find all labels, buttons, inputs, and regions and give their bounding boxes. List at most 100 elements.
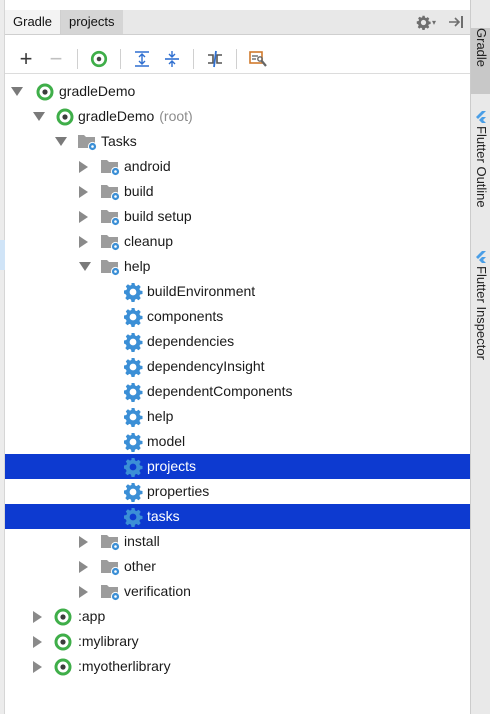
tree-node-task-buildenvironment[interactable]: buildEnvironment [5, 279, 470, 304]
tree-node-text: model [147, 433, 186, 449]
tree-node-task-dependencyinsight[interactable]: dependencyInsight [5, 354, 470, 379]
tree-node-text: Tasks [101, 133, 137, 149]
tree-node-label: other [124, 554, 156, 579]
task-folder-icon [100, 582, 121, 602]
tree-node-text: dependencyInsight [147, 358, 265, 374]
tree-node-label: install [124, 529, 160, 554]
expanded-arrow-icon[interactable] [55, 137, 67, 146]
task-gear-icon [123, 332, 143, 352]
tree-node-task-tasks[interactable]: tasks [5, 504, 470, 529]
collapsed-arrow-icon[interactable] [79, 586, 88, 598]
tree-node-text: dependencies [147, 333, 235, 349]
collapsed-arrow-icon[interactable] [79, 561, 88, 573]
flutter-inspector-icon [475, 250, 487, 266]
tree-node-task-components[interactable]: components [5, 304, 470, 329]
tree-node-task-properties[interactable]: properties [5, 479, 470, 504]
gradle-icon [53, 632, 73, 652]
tree-node-root-gradledemo[interactable]: gradleDemo [5, 79, 470, 104]
tree-node-task-model[interactable]: model [5, 429, 470, 454]
tree-node-text: properties [147, 483, 210, 499]
collapsed-arrow-icon[interactable] [79, 236, 88, 248]
tree-node-tasks[interactable]: Tasks [5, 129, 470, 154]
toggle-offline-icon[interactable] [202, 46, 228, 72]
tree-node-text: cleanup [124, 233, 174, 249]
tree-node-task-dependentcomponents[interactable]: dependentComponents [5, 379, 470, 404]
tree-node-label: help [147, 404, 173, 429]
expanded-arrow-icon[interactable] [11, 87, 23, 96]
gradle-tree: gradleDemo gradleDemo (root) Tasks android bu… [5, 79, 470, 679]
remove-button[interactable]: − [43, 46, 69, 72]
header-actions: ▾ [416, 10, 464, 34]
tree-node-group-verification[interactable]: verification [5, 579, 470, 604]
toolbar-divider [120, 48, 121, 69]
tree-node-text: :mylibrary [78, 633, 139, 649]
tree-node-label: build [124, 179, 154, 204]
collapsed-arrow-icon[interactable] [33, 636, 42, 648]
tree-node-task-dependencies[interactable]: dependencies [5, 329, 470, 354]
refresh-icon[interactable] [86, 46, 112, 72]
gradle-icon [53, 657, 73, 677]
tool-window-header: Gradle projects ▾ [5, 10, 470, 35]
tree-node-group-build[interactable]: build [5, 179, 470, 204]
side-tab-gradle-label: Gradle [474, 28, 489, 68]
collapsed-arrow-icon[interactable] [79, 161, 88, 173]
gear-icon[interactable]: ▾ [416, 15, 436, 30]
tree-node-label: :mylibrary [78, 629, 139, 654]
collapse-all-icon[interactable] [159, 46, 185, 72]
task-gear-icon [123, 307, 143, 327]
task-folder-icon [100, 257, 121, 277]
tree-node-label: :myotherlibrary [78, 654, 171, 679]
right-tool-strip: Gradle Flutter Outline Flutter Inspector [470, 0, 490, 714]
tree-node-group-install[interactable]: install [5, 529, 470, 554]
tree-node-group-build-setup[interactable]: build setup [5, 204, 470, 229]
tree-node-label: cleanup [124, 229, 173, 254]
tree-node-group-help[interactable]: help [5, 254, 470, 279]
tree-node-text: install [124, 533, 160, 549]
side-tab-flutter-inspector-label: Flutter Inspector [474, 266, 489, 360]
collapsed-arrow-icon[interactable] [33, 661, 42, 673]
task-gear-icon [123, 382, 143, 402]
tree-node-label: buildEnvironment [147, 279, 255, 304]
tree-node-project-gradledemo[interactable]: gradleDemo (root) [5, 104, 470, 129]
tree-node-text: build setup [124, 208, 192, 224]
tree-node-task-projects[interactable]: projects [5, 454, 470, 479]
collapsed-arrow-icon[interactable] [79, 536, 88, 548]
tree-node-text: :app [78, 608, 106, 624]
tree-node-label: help [124, 254, 150, 279]
tree-node-module-app[interactable]: :app [5, 604, 470, 629]
collapsed-arrow-icon[interactable] [79, 186, 88, 198]
side-tab-gradle[interactable]: Gradle [471, 28, 490, 94]
tree-node-group-cleanup[interactable]: cleanup [5, 229, 470, 254]
task-gear-icon [123, 507, 143, 527]
side-tab-flutter-outline-label: Flutter Outline [474, 126, 489, 208]
tree-node-group-other[interactable]: other [5, 554, 470, 579]
tab-projects[interactable]: projects [61, 10, 123, 34]
task-folder-icon [100, 557, 121, 577]
tab-gradle[interactable]: Gradle [5, 10, 62, 34]
tree-node-text: components [147, 308, 224, 324]
side-tab-flutter-inspector[interactable]: Flutter Inspector [471, 250, 490, 390]
tree-node-module-mylibrary[interactable]: :mylibrary [5, 629, 470, 654]
tree-node-group-android[interactable]: android [5, 154, 470, 179]
tree-node-text: help [124, 258, 151, 274]
side-tab-flutter-outline[interactable]: Flutter Outline [471, 110, 490, 230]
tree-node-text: help [147, 408, 174, 424]
tree-node-module-myotherlibrary[interactable]: :myotherlibrary [5, 654, 470, 679]
gradle-settings-icon[interactable] [245, 46, 271, 72]
tree-node-label: gradleDemo [59, 79, 135, 104]
task-folder-icon [100, 182, 121, 202]
collapsed-arrow-icon[interactable] [79, 211, 88, 223]
gradle-tool-window: Gradle projects ▾ + − gradleDemo gradleD… [5, 0, 470, 714]
expanded-arrow-icon[interactable] [33, 112, 45, 121]
hide-panel-icon[interactable] [448, 15, 464, 29]
expand-all-icon[interactable] [129, 46, 155, 72]
collapsed-arrow-icon[interactable] [33, 611, 42, 623]
tree-node-task-help[interactable]: help [5, 404, 470, 429]
tree-node-text: gradleDemo [78, 108, 155, 124]
toolbar-divider [236, 48, 237, 69]
tree-node-label: Tasks [101, 129, 137, 154]
task-folder-icon [100, 207, 121, 227]
expanded-arrow-icon[interactable] [79, 262, 91, 271]
add-button[interactable]: + [13, 46, 39, 72]
tree-node-label: verification [124, 579, 191, 604]
